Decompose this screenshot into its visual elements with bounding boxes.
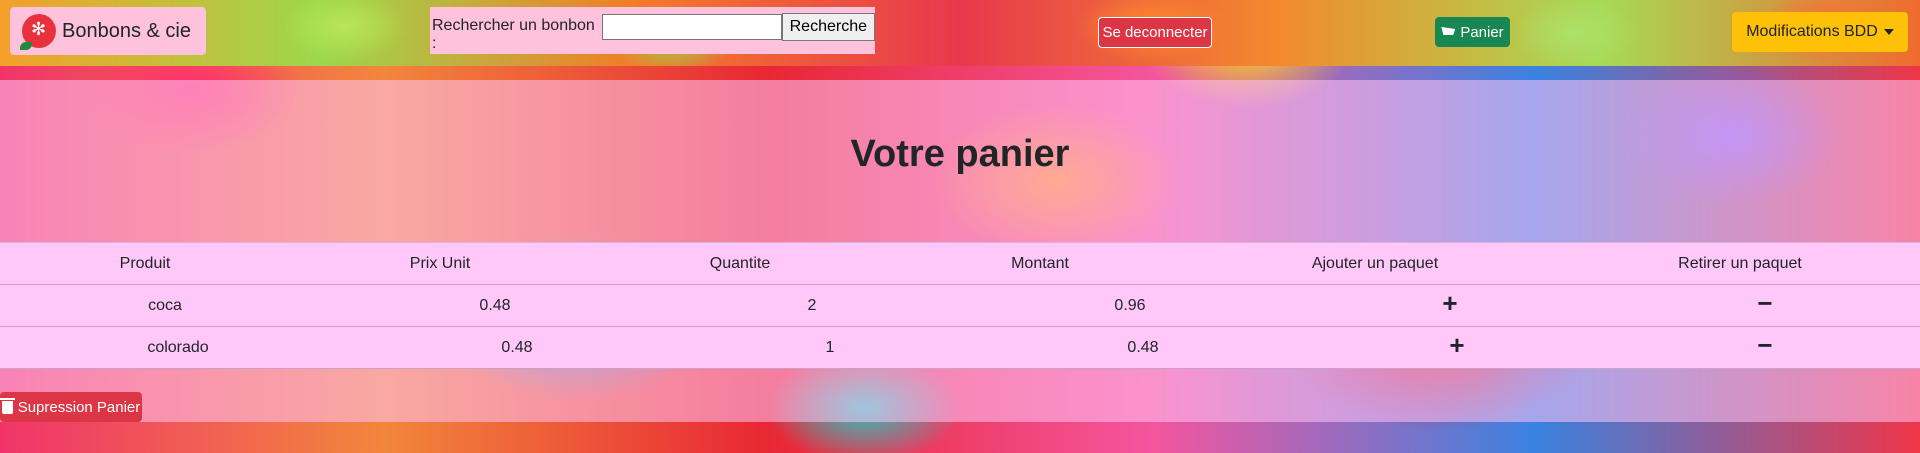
header-prix: Prix Unit xyxy=(409,255,471,272)
cart-icon xyxy=(1441,27,1456,35)
table-header-row: Produit Prix Unit Quantite Montant Ajout… xyxy=(0,242,1920,285)
plus-icon[interactable]: + xyxy=(1432,327,1482,368)
cart-button[interactable]: Panier xyxy=(1435,17,1510,47)
candy-logo-icon xyxy=(20,14,56,50)
search-button[interactable]: Recherche xyxy=(781,13,875,41)
header-ajouter: Ajouter un paquet xyxy=(1311,255,1439,272)
cell-quantite: 2 xyxy=(807,297,817,314)
bdd-label: Modifications BDD xyxy=(1746,23,1878,40)
trash-icon xyxy=(0,397,15,414)
cell-prix: 0.48 xyxy=(501,339,533,356)
cell-produit: colorado xyxy=(147,339,209,356)
cart-label: Panier xyxy=(1460,23,1504,41)
table-row: colorado 0.48 1 0.48 + − xyxy=(0,327,1920,369)
header-montant: Montant xyxy=(1011,255,1069,272)
caret-down-icon xyxy=(1883,29,1894,35)
search-input[interactable] xyxy=(601,14,782,40)
clear-cart-button[interactable]: Supression Panier xyxy=(0,392,142,422)
plus-icon[interactable]: + xyxy=(1425,285,1475,326)
logout-button[interactable]: Se deconnecter xyxy=(1098,17,1212,48)
search-form: Rechercher un bonbon : Recherche xyxy=(430,7,875,54)
search-label: Rechercher un bonbon : xyxy=(432,17,595,52)
header-retirer: Retirer un paquet xyxy=(1678,255,1802,272)
table-row: coca 0.48 2 0.96 + − xyxy=(0,285,1920,327)
cell-produit: coca xyxy=(148,297,182,314)
clear-cart-label: Supression Panier xyxy=(17,398,141,416)
cell-montant: 0.48 xyxy=(1127,339,1159,356)
header-quantite: Quantite xyxy=(709,255,771,272)
cell-montant: 0.96 xyxy=(1114,297,1146,314)
minus-icon[interactable]: − xyxy=(1740,285,1790,326)
brand-link[interactable]: Bonbons & cie xyxy=(10,7,206,55)
header-produit: Produit xyxy=(119,255,171,272)
cell-quantite: 1 xyxy=(825,339,835,356)
brand-name: Bonbons & cie xyxy=(62,19,191,42)
bdd-dropdown-button[interactable]: Modifications BDD xyxy=(1732,12,1908,52)
navbar: Bonbons & cie Rechercher un bonbon : Rec… xyxy=(0,0,1920,66)
cart-table: Produit Prix Unit Quantite Montant Ajout… xyxy=(0,242,1920,369)
cell-prix: 0.48 xyxy=(479,297,511,314)
page-title: Votre panier xyxy=(850,133,1070,175)
minus-icon[interactable]: − xyxy=(1740,327,1790,368)
